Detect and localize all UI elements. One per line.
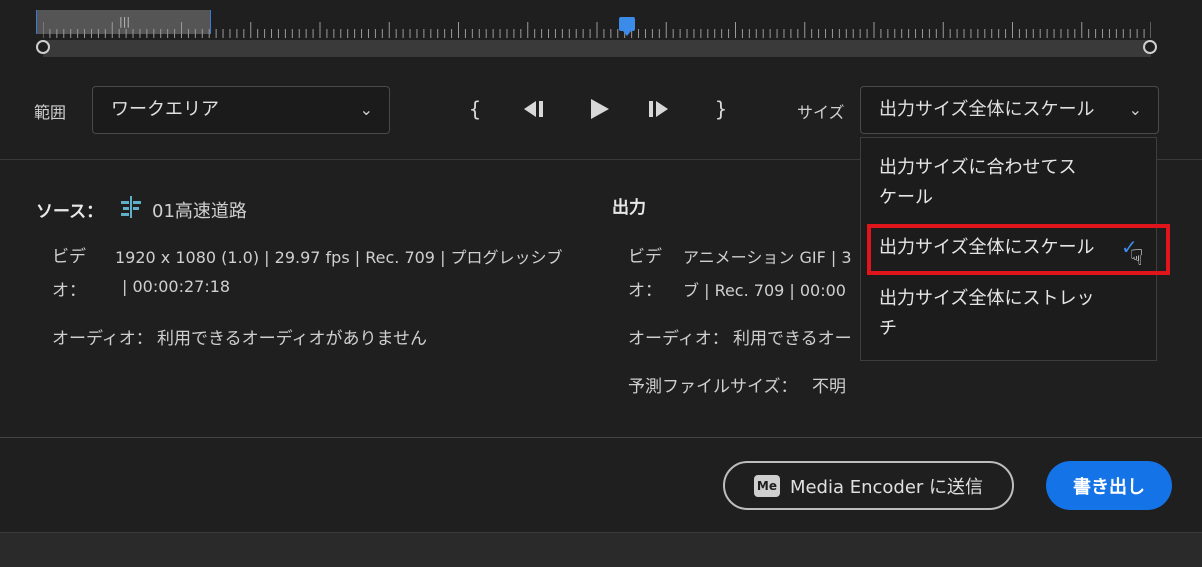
range-label: 範囲 — [34, 103, 67, 122]
output-video-label-2: オ： — [628, 281, 662, 301]
play-button[interactable] — [584, 92, 614, 126]
range-select[interactable]: ワークエリア ⌄ — [92, 86, 390, 134]
output-audio-value: 利用できるオー — [733, 329, 852, 349]
source-video-info: 1920 x 1080 (1.0) | 29.97 fps | Rec. 709… — [115, 248, 563, 267]
source-name: 01高速道路 — [152, 201, 247, 222]
size-select-value: 出力サイズ全体にスケール — [879, 99, 1095, 120]
output-title: 出力 — [612, 198, 646, 218]
divider — [0, 437, 1202, 438]
chevron-down-icon: ⌄ — [1128, 100, 1142, 119]
source-video-label-1: ビデ — [52, 247, 86, 267]
output-video-label-1: ビデ — [628, 247, 662, 267]
send-to-media-encoder-button[interactable]: Me Media Encoder に送信 — [723, 461, 1014, 510]
source-title: ソース： — [36, 202, 104, 222]
out-point-icon: } — [714, 97, 728, 121]
export-button[interactable]: 書き出し — [1046, 461, 1172, 510]
timeline-end-handle[interactable] — [1143, 40, 1157, 54]
footer-strip — [0, 533, 1202, 567]
dropdown-option-fit-line2: ケール — [879, 187, 933, 208]
dropdown-option-fit[interactable]: 出力サイズに合わせてス ケール — [879, 153, 1139, 213]
size-label: サイズ — [797, 103, 845, 122]
chevron-down-icon: ⌄ — [359, 100, 373, 119]
media-encoder-icon: Me — [753, 474, 780, 497]
playhead[interactable] — [619, 17, 635, 36]
step-forward-button[interactable] — [643, 92, 675, 126]
dropdown-option-stretch[interactable]: 出力サイズ全体にストレッ チ — [879, 284, 1139, 344]
timeline-ruler — [43, 22, 1151, 38]
output-filesize-value: 不明 — [812, 377, 846, 397]
dropdown-option-fit-line1: 出力サイズに合わせてス — [879, 157, 1077, 178]
range-select-value: ワークエリア — [111, 99, 219, 120]
step-forward-icon — [649, 101, 668, 117]
in-point-icon: { — [468, 97, 482, 121]
set-out-point-button[interactable]: } — [712, 92, 730, 126]
source-audio-label: オーディオ： — [52, 329, 153, 349]
output-filesize-label: 予測ファイルサイズ： — [628, 377, 798, 397]
step-back-button[interactable] — [519, 92, 551, 126]
hand-cursor-icon: ☟ — [1130, 246, 1144, 271]
dropdown-option-stretch-line2: チ — [879, 318, 897, 339]
output-video-info-2: ブ | Rec. 709 | 00:00 — [683, 281, 846, 300]
source-video-label-2: オ： — [52, 281, 86, 301]
step-back-icon — [524, 101, 543, 117]
source-duration: | 00:00:27:18 — [122, 277, 231, 296]
timeline-track[interactable] — [43, 40, 1151, 57]
output-video-info: アニメーション GIF | 3 — [683, 248, 852, 267]
timeline-start-handle[interactable] — [36, 40, 50, 54]
export-label: 書き出し — [1073, 476, 1145, 498]
send-to-media-encoder-label: Media Encoder に送信 — [789, 476, 984, 498]
dropdown-option-stretch-line1: 出力サイズ全体にストレッ — [879, 288, 1095, 309]
output-audio-label: オーディオ： — [628, 329, 729, 349]
size-select[interactable]: 出力サイズ全体にスケール ⌄ — [860, 86, 1159, 134]
set-in-point-button[interactable]: { — [466, 92, 484, 126]
play-icon — [591, 99, 609, 119]
source-audio-value: 利用できるオーディオがありません — [157, 329, 427, 349]
sequence-icon — [121, 196, 141, 218]
